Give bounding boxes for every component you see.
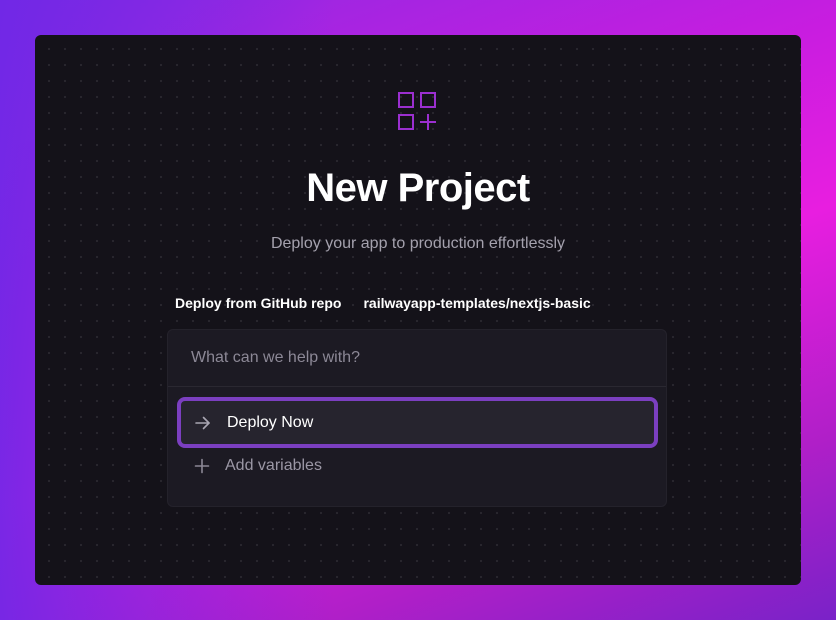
plus-icon <box>194 458 210 474</box>
page-subtitle: Deploy your app to production effortless… <box>270 235 566 252</box>
repo-name[interactable]: railwayapp-templates/nextjs-basic <box>363 295 590 311</box>
deploy-now-label: Deploy Now <box>227 413 314 431</box>
command-panel: Deploy Now Add variables <box>167 329 667 507</box>
prompt-row <box>168 330 666 387</box>
apps-add-icon <box>398 92 436 130</box>
add-variables-label: Add variables <box>225 457 322 474</box>
source-label: Deploy from GitHub repo <box>175 295 342 311</box>
arrow-right-icon <box>194 414 212 432</box>
prompt-input[interactable] <box>191 349 666 367</box>
source-row: Deploy from GitHub repo railwayapp-templ… <box>175 295 591 311</box>
deploy-now-button[interactable]: Deploy Now <box>177 397 658 448</box>
add-variables-button[interactable]: Add variables <box>194 457 322 475</box>
page-title: New Project <box>306 166 530 210</box>
new-project-dialog: New Project Deploy your app to productio… <box>35 35 801 585</box>
